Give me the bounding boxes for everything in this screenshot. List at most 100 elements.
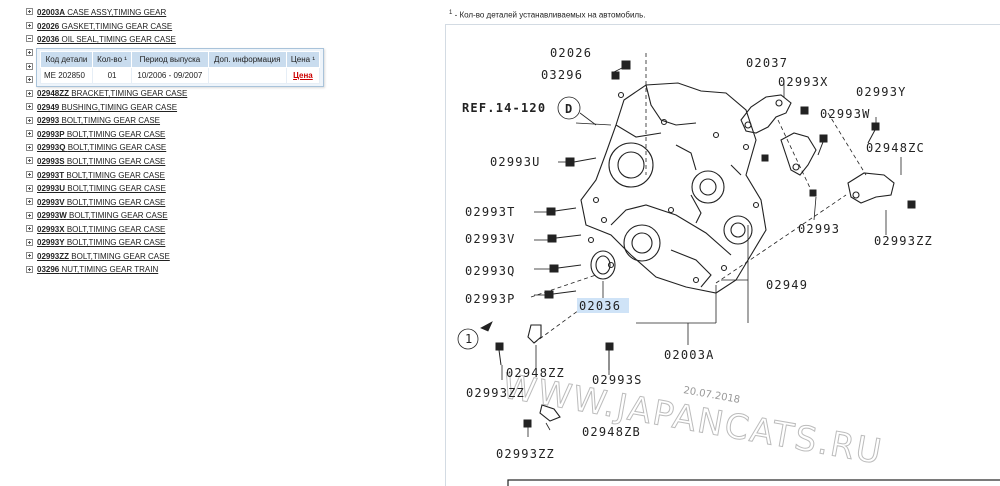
part-code: 02993U xyxy=(37,184,66,194)
parts-list-item[interactable]: 02993S BOLT,TIMING GEAR CASE xyxy=(26,155,426,169)
parts-list-item[interactable]: 02948ZZ BRACKET,TIMING GEAR CASE xyxy=(26,87,426,101)
parts-list-item[interactable]: 03296 NUT,TIMING GEAR TRAIN xyxy=(26,263,426,277)
part-name: BOLT,TIMING GEAR CASE xyxy=(66,238,166,248)
expand-icon[interactable] xyxy=(26,62,33,70)
expand-icon[interactable] xyxy=(26,8,33,16)
part-link[interactable]: 02993S BOLT,TIMING GEAR CASE xyxy=(37,157,165,166)
expand-icon[interactable] xyxy=(26,21,33,29)
parts-list-item[interactable]: 02993W BOLT,TIMING GEAR CASE xyxy=(26,209,426,223)
label-02993V[interactable]: 02993V xyxy=(465,232,516,246)
label-02993W[interactable]: 02993W xyxy=(820,107,871,121)
part-name: BOLT,TIMING GEAR CASE xyxy=(66,129,166,139)
label-02948ZC[interactable]: 02948ZC xyxy=(866,141,925,155)
expand-icon[interactable] xyxy=(26,198,33,206)
label-02993[interactable]: 02993 xyxy=(798,222,840,236)
label-02948ZB[interactable]: 02948ZB xyxy=(582,425,641,439)
part-link[interactable]: 02993X BOLT,TIMING GEAR CASE xyxy=(37,225,165,234)
expand-icon[interactable] xyxy=(26,130,33,138)
part-name: BOLT,TIMING GEAR CASE xyxy=(71,251,170,261)
part-link[interactable]: 02948ZZ BRACKET,TIMING GEAR CASE xyxy=(37,89,187,98)
timing-gear-case-drawing xyxy=(580,82,767,294)
label-02037[interactable]: 02037 xyxy=(746,56,788,70)
collapse-icon[interactable] xyxy=(26,35,33,43)
label-02993Q[interactable]: 02993Q xyxy=(465,264,516,278)
expand-icon[interactable] xyxy=(26,170,33,178)
part-link[interactable]: 02949 BUSHING,TIMING GEAR CASE xyxy=(37,103,177,112)
expand-icon[interactable] xyxy=(26,157,33,165)
expand-icon[interactable] xyxy=(26,116,33,124)
part-name: BOLT,TIMING GEAR CASE xyxy=(66,170,165,180)
part-link[interactable]: 02993Y BOLT,TIMING GEAR CASE xyxy=(37,238,165,247)
part-link[interactable]: 03296 NUT,TIMING GEAR TRAIN xyxy=(37,265,158,274)
col-period: Период выпуска xyxy=(131,51,209,68)
part-name: BOLT,TIMING GEAR CASE xyxy=(66,197,166,207)
expand-icon[interactable] xyxy=(26,76,33,84)
expand-icon[interactable] xyxy=(26,89,33,97)
parts-list-item[interactable]: 02993Q BOLT,TIMING GEAR CASE xyxy=(26,141,426,155)
label-02993ZZ-b[interactable]: 02993ZZ xyxy=(496,447,555,461)
part-link[interactable]: 02993 BOLT,TIMING GEAR CASE xyxy=(37,116,160,125)
label-02993U[interactable]: 02993U xyxy=(490,155,541,169)
parts-list-item[interactable]: 02993U BOLT,TIMING GEAR CASE xyxy=(26,182,426,196)
expand-icon[interactable] xyxy=(26,225,33,233)
label-02993P[interactable]: 02993P xyxy=(465,292,516,306)
label-02993X[interactable]: 02993X xyxy=(778,75,829,89)
label-02993Y[interactable]: 02993Y xyxy=(856,85,907,99)
part-link[interactable]: 02003A CASE ASSY,TIMING GEAR xyxy=(37,8,166,17)
expand-icon[interactable] xyxy=(26,143,33,151)
part-link[interactable]: 02993ZZ BOLT,TIMING GEAR CASE xyxy=(37,252,170,261)
expand-icon[interactable] xyxy=(26,238,33,246)
label-02003A[interactable]: 02003A xyxy=(664,348,715,362)
part-link[interactable]: 02993U BOLT,TIMING GEAR CASE xyxy=(37,184,166,193)
label-02993T[interactable]: 02993T xyxy=(465,205,516,219)
expand-icon[interactable] xyxy=(26,184,33,192)
parts-list-item[interactable]: 02949 BUSHING,TIMING GEAR CASE xyxy=(26,101,426,115)
parts-list-item[interactable]: 02993V BOLT,TIMING GEAR CASE xyxy=(26,196,426,210)
part-detail-popup: Код детали Кол-во ¹ Период выпуска Доп. … xyxy=(36,48,324,87)
expand-icon[interactable] xyxy=(26,265,33,273)
parts-list-item[interactable]: 02993ZZ BOLT,TIMING GEAR CASE xyxy=(26,250,426,264)
part-link[interactable]: 02036 OIL SEAL,TIMING GEAR CASE xyxy=(37,35,176,44)
expand-icon[interactable] xyxy=(26,252,33,260)
part-code: 02993 xyxy=(37,116,60,126)
expand-icon[interactable] xyxy=(26,103,33,111)
part-code: 02993W xyxy=(37,211,67,221)
part-code: 02948ZZ xyxy=(37,89,70,99)
label-02948ZZ[interactable]: 02948ZZ xyxy=(506,366,565,380)
part-name: CASE ASSY,TIMING GEAR xyxy=(67,8,167,17)
label-02036[interactable]: 02036 xyxy=(579,299,621,313)
label-02993S[interactable]: 02993S xyxy=(592,373,643,387)
label-03296[interactable]: 03296 xyxy=(541,68,583,82)
col-price: Цена ¹ xyxy=(285,51,321,68)
label-ref-d: D xyxy=(565,102,573,116)
part-code: 02993V xyxy=(37,197,65,207)
cell-extra-info xyxy=(207,67,287,84)
part-link[interactable]: 02993Q BOLT,TIMING GEAR CASE xyxy=(37,143,166,152)
part-link[interactable]: 02993P BOLT,TIMING GEAR CASE xyxy=(37,130,165,139)
parts-list-item[interactable]: 02036 OIL SEAL,TIMING GEAR CASE xyxy=(26,33,426,47)
parts-list-item[interactable]: 02993P BOLT,TIMING GEAR CASE xyxy=(26,128,426,142)
label-02993ZZ-a[interactable]: 02993ZZ xyxy=(466,386,525,400)
part-link[interactable]: 02993V BOLT,TIMING GEAR CASE xyxy=(37,198,165,207)
label-02993ZZ-right[interactable]: 02993ZZ xyxy=(874,234,933,248)
cell-quantity: 01 xyxy=(91,67,133,84)
label-02026[interactable]: 02026 xyxy=(550,46,592,60)
part-link[interactable]: 02993W BOLT,TIMING GEAR CASE xyxy=(37,211,168,220)
parts-list-item[interactable]: 02993Y BOLT,TIMING GEAR CASE xyxy=(26,236,426,250)
parts-diagram: WWW.JAPANCATS.RU 20.07.2018 02026 03296 … xyxy=(445,24,1000,486)
parts-list-item[interactable]: 02993X BOLT,TIMING GEAR CASE xyxy=(26,223,426,237)
price-link[interactable]: Цена xyxy=(285,67,321,84)
label-02949[interactable]: 02949 xyxy=(766,278,808,292)
part-code: 02949 xyxy=(37,102,60,112)
parts-list-item[interactable]: 02993 BOLT,TIMING GEAR CASE xyxy=(26,114,426,128)
expand-icon[interactable] xyxy=(26,49,33,57)
part-link[interactable]: 02026 GASKET,TIMING GEAR CASE xyxy=(37,22,172,31)
parts-list-item[interactable]: 02026 GASKET,TIMING GEAR CASE xyxy=(26,20,426,34)
part-name: OIL SEAL,TIMING GEAR CASE xyxy=(61,35,176,45)
part-link[interactable]: 02993T BOLT,TIMING GEAR CASE xyxy=(37,171,165,180)
expand-icon[interactable] xyxy=(26,211,33,219)
footnote-text: - Кол-во деталей устанавливаемых на авто… xyxy=(452,10,646,20)
parts-list-item[interactable]: 02003A CASE ASSY,TIMING GEAR xyxy=(26,6,426,20)
parts-list-item[interactable]: 02993T BOLT,TIMING GEAR CASE xyxy=(26,169,426,183)
part-name: BOLT,TIMING GEAR CASE xyxy=(67,143,167,153)
